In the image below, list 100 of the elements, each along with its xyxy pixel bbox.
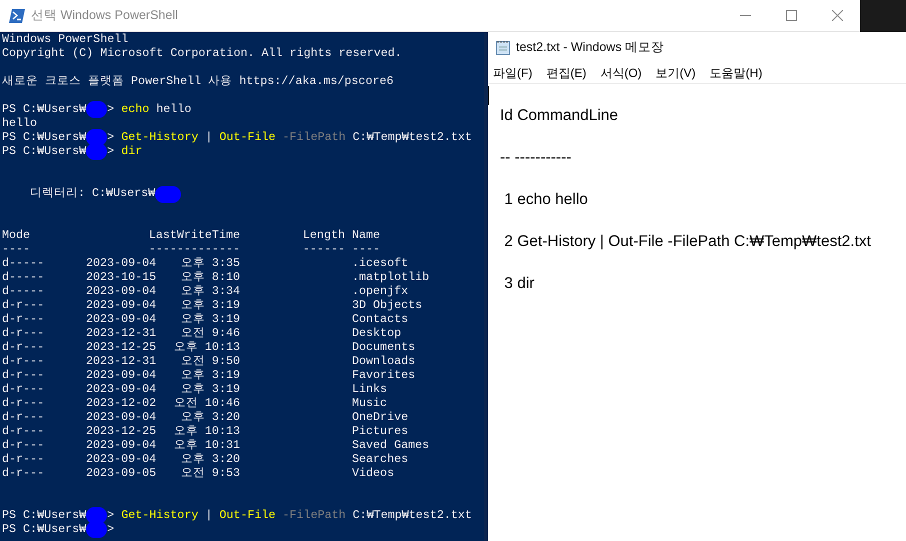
console-text: ------: [302, 242, 345, 256]
menu-item[interactable]: 보기(V): [654, 64, 698, 82]
console-text: >: [107, 130, 116, 144]
console-text: LastWriteTime: [148, 228, 240, 242]
menu-item[interactable]: 서식(O): [598, 64, 644, 82]
menu-item[interactable]: 파일(F): [491, 64, 534, 82]
console-text: 2023-09-04: [86, 312, 156, 326]
console-text: Favorites: [352, 368, 416, 382]
console-text: PS C:₩Users₩: [2, 144, 86, 158]
console-text: 오전 10:46: [174, 396, 240, 410]
console-text: 오후 10:13: [174, 424, 240, 438]
console-text: >: [107, 144, 116, 158]
console-text: d-r---: [2, 340, 44, 354]
menu-item[interactable]: 도움말(H): [708, 64, 764, 82]
console-text: 2023-09-05: [86, 466, 156, 480]
console-text: -FilePath: [282, 508, 346, 522]
console-text: PS C:₩Users₩: [2, 508, 86, 522]
redaction-mark: [86, 520, 108, 538]
console-text: Pictures: [352, 424, 408, 438]
console-text: Links: [352, 382, 388, 396]
close-icon: [832, 10, 842, 21]
notepad-icon: [496, 40, 510, 54]
console-text: C:₩Temp₩test2.txt: [352, 130, 472, 144]
console-text: .icesoft: [352, 256, 408, 270]
console-text: Searches: [352, 452, 408, 466]
console-text: d-r---: [2, 410, 44, 424]
console-text: Get-History: [121, 130, 198, 144]
console-text: >: [107, 522, 114, 536]
console-text: d-r---: [2, 424, 44, 438]
minimize-icon: [740, 15, 750, 16]
console-text: 2023-09-04: [86, 382, 156, 396]
console-text: OneDrive: [352, 410, 408, 424]
console-text: Videos: [352, 466, 394, 480]
console-text: 오후 10:31: [174, 438, 240, 452]
console-text: d-r---: [2, 312, 44, 326]
console-text: 오후 3:20: [180, 410, 240, 424]
console-text: Downloads: [352, 354, 416, 368]
redaction-mark: [86, 100, 108, 118]
console-text: |: [204, 130, 214, 144]
console-text: 3D Objects: [352, 298, 422, 312]
console-text: 2023-12-25: [86, 424, 156, 438]
console-text: d-r---: [2, 396, 44, 410]
console-text: PS C:₩Users₩: [2, 102, 86, 116]
console-text: hello: [2, 116, 38, 130]
console-text: echo: [121, 102, 150, 116]
console-text: 2023-09-04: [86, 298, 156, 312]
console-text: d-----: [2, 284, 44, 298]
console-text: d-r---: [2, 452, 44, 466]
console-text: 오후 3:34: [180, 284, 240, 298]
console-text: d-r---: [2, 466, 44, 480]
console-text: 2023-12-25: [86, 340, 156, 354]
console-text: PS C:₩Users₩: [2, 130, 86, 144]
text-area[interactable]: Id CommandLine -- ----------- 1 echo hello 2 Get-History | Out-File -FilePath C:₩Temp₩test2.txt 3 dir: [488, 84, 906, 541]
console-text: 오후 3:20: [180, 452, 240, 466]
redaction-mark: [155, 186, 182, 203]
console-text: 오전 9:50: [180, 354, 240, 368]
console-text: -------------: [148, 242, 240, 256]
text-line: Id CommandLine: [500, 106, 618, 126]
console-text: PS C:₩Users₩: [2, 522, 86, 536]
window-title: test2.txt - Windows 메모장: [516, 38, 664, 56]
console-text: 오후 3:19: [180, 312, 240, 326]
redaction-mark: [86, 506, 108, 524]
menu-item[interactable]: 편집(E): [544, 64, 588, 82]
console-text: 오전 9:46: [180, 326, 240, 340]
console-text: 2023-12-31: [86, 354, 156, 368]
console-text: 2023-12-02: [86, 396, 156, 410]
console-text: d-----: [2, 270, 44, 284]
text-line: 1 echo hello: [503, 190, 588, 210]
console-text: 2023-09-04: [86, 368, 156, 382]
console-text: .matplotlib: [352, 270, 430, 284]
console-text: 2023-12-31: [86, 326, 156, 340]
console-text: d-r---: [2, 354, 44, 368]
console-text: Get-History: [121, 508, 198, 522]
console-text: Music: [352, 396, 388, 410]
console-text: d-r---: [2, 368, 44, 382]
console-text: Copyright (C) Microsoft Corporation. All rights reserved.: [2, 46, 402, 60]
console-text: ----: [2, 242, 30, 256]
console-text: Name: [352, 228, 380, 242]
console-text: 오후 3:35: [180, 256, 240, 270]
console-text: >: [107, 508, 116, 522]
console-text: 오후 8:10: [180, 270, 240, 284]
console-text: -FilePath: [282, 130, 346, 144]
console-text: 2023-09-04: [86, 256, 156, 270]
console-text: d-r---: [2, 382, 44, 396]
console-text: C:₩Temp₩test2.txt: [352, 508, 472, 522]
powershell-icon: [9, 8, 25, 22]
console-text: 오후 3:19: [180, 368, 240, 382]
redaction-mark: [86, 128, 108, 146]
console-text: Saved Games: [352, 438, 430, 452]
console-text: 오후 3:19: [180, 382, 240, 396]
console-text: 오전 9:53: [180, 466, 240, 480]
console-text: |: [204, 508, 214, 522]
console-text: Windows PowerShell: [2, 32, 128, 46]
console-text: Desktop: [352, 326, 402, 340]
text-line: 2 Get-History | Out-File -FilePath C:₩Temp₩test2.txt: [503, 232, 871, 252]
console-text: Documents: [352, 340, 416, 354]
console-text: 2023-09-04: [86, 284, 156, 298]
console-text: 오후 10:13: [174, 340, 240, 354]
text-caret: [488, 86, 489, 105]
console-text: hello: [155, 102, 192, 116]
